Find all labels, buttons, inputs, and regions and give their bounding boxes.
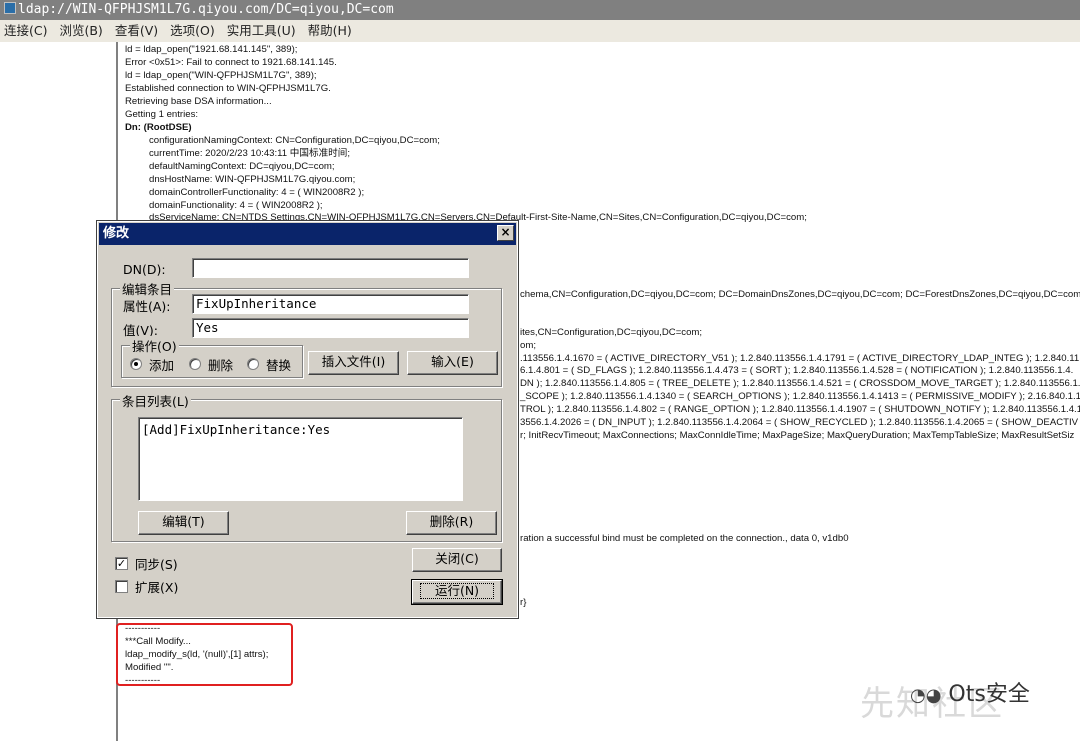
- output-line-partial: 6.1.4.801 = ( SD_FLAGS ); 1.2.840.113556…: [520, 365, 1074, 376]
- output-line: ld = ldap_open("WIN-QFPHJSM1L7G", 389);: [125, 70, 317, 81]
- remove-entry-button[interactable]: 删除(R): [406, 511, 497, 535]
- output-line-partial: om;: [520, 340, 536, 351]
- output-line: Established connection to WIN-QFPHJSM1L7…: [125, 83, 331, 94]
- rootdse-attr: dnsHostName: WIN-QFPHJSM1L7G.qiyou.com;: [149, 174, 356, 185]
- insert-file-button[interactable]: 插入文件(I): [308, 351, 399, 375]
- output-line-partial: 3556.1.4.2026 = ( DN_INPUT ); 1.2.840.11…: [520, 417, 1079, 428]
- watermark-brand: ◔◕ Ots安全: [910, 676, 1030, 708]
- menu-view[interactable]: 查看(V): [111, 20, 166, 42]
- menu-browse[interactable]: 浏览(B): [55, 20, 110, 42]
- attribute-field[interactable]: FixUpInheritance: [192, 294, 469, 314]
- op-delete-radio[interactable]: [189, 358, 201, 370]
- menu-bar: 连接(C) 浏览(B) 查看(V) 选项(O) 实用工具(U) 帮助(H): [0, 20, 1080, 42]
- output-line-partial: chema,CN=Configuration,DC=qiyou,DC=com; …: [520, 289, 1080, 300]
- output-line-partial: ites,CN=Configuration,DC=qiyou,DC=com;: [520, 327, 703, 338]
- dn-label: DN(D):: [123, 262, 166, 277]
- window-title: ldap://WIN-QFPHJSM1L7G.qiyou.com/DC=qiyo…: [18, 2, 394, 17]
- window-title-bar[interactable]: ldap://WIN-QFPHJSM1L7G.qiyou.com/DC=qiyo…: [0, 0, 1080, 20]
- extend-checkbox[interactable]: [115, 580, 128, 593]
- output-line-partial: r}: [520, 597, 527, 608]
- output-line: ld = ldap_open("1921.68.141.145", 389);: [125, 44, 298, 55]
- entry-listbox[interactable]: [Add]FixUpInheritance:Yes: [138, 417, 463, 501]
- output-line-dn: Dn: (RootDSE): [125, 122, 192, 133]
- output-line-partial: DN ); 1.2.840.113556.1.4.805 = ( TREE_DE…: [520, 378, 1080, 389]
- menu-utilities[interactable]: 实用工具(U): [223, 20, 304, 42]
- output-line-partial: .113556.1.4.1670 = ( ACTIVE_DIRECTORY_V5…: [520, 353, 1080, 364]
- op-replace-label[interactable]: 替换: [266, 355, 291, 374]
- op-add-label[interactable]: 添加: [149, 355, 174, 374]
- entry-list-item[interactable]: [Add]FixUpInheritance:Yes: [142, 422, 459, 437]
- rootdse-attr: defaultNamingContext: DC=qiyou,DC=com;: [149, 161, 335, 172]
- rootdse-attr: currentTime: 2020/2/23 10:43:11 中国标准时间;: [149, 148, 351, 159]
- entry-list-group-title: 条目列表(L): [120, 391, 191, 410]
- sync-checkbox[interactable]: ✓: [115, 557, 128, 570]
- highlight-annotation-box: [116, 623, 293, 686]
- sync-label[interactable]: 同步(S): [135, 554, 178, 573]
- dn-field[interactable]: [192, 258, 469, 278]
- rootdse-attr: domainControllerFunctionality: 4 = ( WIN…: [149, 187, 365, 198]
- output-line: Getting 1 entries:: [125, 109, 199, 120]
- dialog-title-bar[interactable]: 修改: [99, 223, 516, 245]
- rootdse-attr: configurationNamingContext: CN=Configura…: [149, 135, 440, 146]
- rootdse-attr: domainFunctionality: 4 = ( WIN2008R2 );: [149, 200, 323, 211]
- run-button[interactable]: 运行(N): [411, 579, 503, 605]
- enter-button[interactable]: 输入(E): [407, 351, 498, 375]
- output-line: Retrieving base DSA information...: [125, 96, 272, 107]
- dialog-close-icon[interactable]: ×: [497, 225, 514, 241]
- dialog-title: 修改: [103, 226, 130, 241]
- edit-entry-button[interactable]: 编辑(T): [138, 511, 229, 535]
- ldp-app-icon: [4, 2, 16, 14]
- wechat-icon: ◔◕: [910, 685, 942, 706]
- op-delete-label[interactable]: 删除: [208, 355, 233, 374]
- value-field[interactable]: Yes: [192, 318, 469, 338]
- extend-label[interactable]: 扩展(X): [135, 577, 178, 596]
- watermark-brand-text: Ots安全: [948, 682, 1030, 707]
- attribute-label: 属性(A):: [123, 299, 171, 314]
- op-replace-radio[interactable]: [247, 358, 259, 370]
- output-line-partial: r; InitRecvTimeout; MaxConnections; MaxC…: [520, 430, 1075, 441]
- output-line: Error <0x51>: Fail to connect to 1921.68…: [125, 57, 337, 68]
- output-line-partial: TROL ); 1.2.840.113556.1.4.802 = ( RANGE…: [520, 404, 1080, 415]
- close-button[interactable]: 关闭(C): [412, 548, 502, 572]
- output-line-partial: ration a successful bind must be complet…: [520, 533, 849, 544]
- menu-options[interactable]: 选项(O): [166, 20, 223, 42]
- modify-dialog: 修改 × DN(D): 编辑条目 属性(A): FixUpInheritance…: [96, 220, 519, 619]
- menu-help[interactable]: 帮助(H): [304, 20, 360, 42]
- output-line-partial: _SCOPE ); 1.2.840.113556.1.4.1340 = ( SE…: [520, 391, 1080, 402]
- operation-group-title: 操作(O): [130, 336, 179, 355]
- menu-connection[interactable]: 连接(C): [0, 20, 55, 42]
- op-add-radio[interactable]: [130, 358, 142, 370]
- run-button-label: 运行(N): [419, 583, 495, 599]
